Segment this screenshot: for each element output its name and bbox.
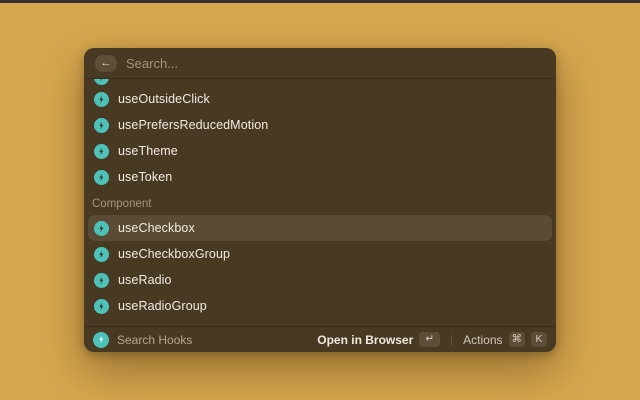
open-in-browser-label: Open in Browser bbox=[317, 333, 413, 347]
list-item[interactable]: useTheme bbox=[88, 138, 552, 164]
bolt-icon bbox=[94, 247, 109, 262]
list-item[interactable]: useRadio bbox=[88, 267, 552, 293]
footer-source: Search Hooks bbox=[93, 332, 309, 348]
list-item[interactable]: usePrefersReducedMotion bbox=[88, 112, 552, 138]
list-item-label: useRadio bbox=[118, 273, 172, 287]
actions-menu-button[interactable]: Actions ⌘ K bbox=[463, 332, 547, 347]
bolt-icon bbox=[94, 273, 109, 288]
list-item[interactable]: useRadioGroup bbox=[88, 293, 552, 319]
list-item-label: useRadioGroup bbox=[118, 299, 207, 313]
bolt-icon bbox=[94, 118, 109, 133]
return-key-hint: ↵ bbox=[419, 332, 440, 347]
bolt-icon bbox=[94, 79, 109, 85]
list-item-label: useTheme bbox=[118, 144, 178, 158]
k-key-hint: K bbox=[531, 332, 547, 347]
list-item-label: useToken bbox=[118, 170, 172, 184]
list-item-label: useCheckboxGroup bbox=[118, 247, 230, 261]
top-edge-bar bbox=[0, 0, 640, 3]
bolt-icon bbox=[94, 92, 109, 107]
search-bar: ← bbox=[84, 48, 556, 79]
search-input[interactable] bbox=[126, 56, 545, 71]
bolt-icon bbox=[94, 144, 109, 159]
actions-label: Actions bbox=[463, 333, 502, 347]
list-item[interactable]: useOutsideClick bbox=[88, 86, 552, 112]
back-button[interactable]: ← bbox=[95, 55, 117, 72]
footer-divider: | bbox=[448, 334, 455, 346]
results-list: useOutsideClick usePrefersReducedMotion … bbox=[84, 79, 556, 326]
command-palette-window: ← useOutsideClick usePrefersReducedMotio… bbox=[84, 48, 556, 352]
list-item-label: useOutsideClick bbox=[118, 92, 210, 106]
list-item-label: useCheckbox bbox=[118, 221, 195, 235]
list-item-selected[interactable]: useCheckbox bbox=[88, 215, 552, 241]
list-item[interactable]: useCheckboxGroup bbox=[88, 241, 552, 267]
bolt-icon bbox=[94, 299, 109, 314]
bolt-icon bbox=[93, 332, 109, 348]
bolt-icon bbox=[94, 170, 109, 185]
footer-bar: Search Hooks Open in Browser ↵ | Actions… bbox=[84, 326, 556, 352]
cmd-key-hint: ⌘ bbox=[509, 332, 526, 347]
open-in-browser-button[interactable]: Open in Browser ↵ bbox=[317, 332, 440, 347]
section-header-component: Component bbox=[88, 190, 552, 215]
footer-source-label: Search Hooks bbox=[117, 333, 192, 347]
list-item-clipped[interactable] bbox=[88, 79, 552, 86]
list-item[interactable]: useToken bbox=[88, 164, 552, 190]
list-item-label: usePrefersReducedMotion bbox=[118, 118, 268, 132]
bolt-icon bbox=[94, 221, 109, 236]
